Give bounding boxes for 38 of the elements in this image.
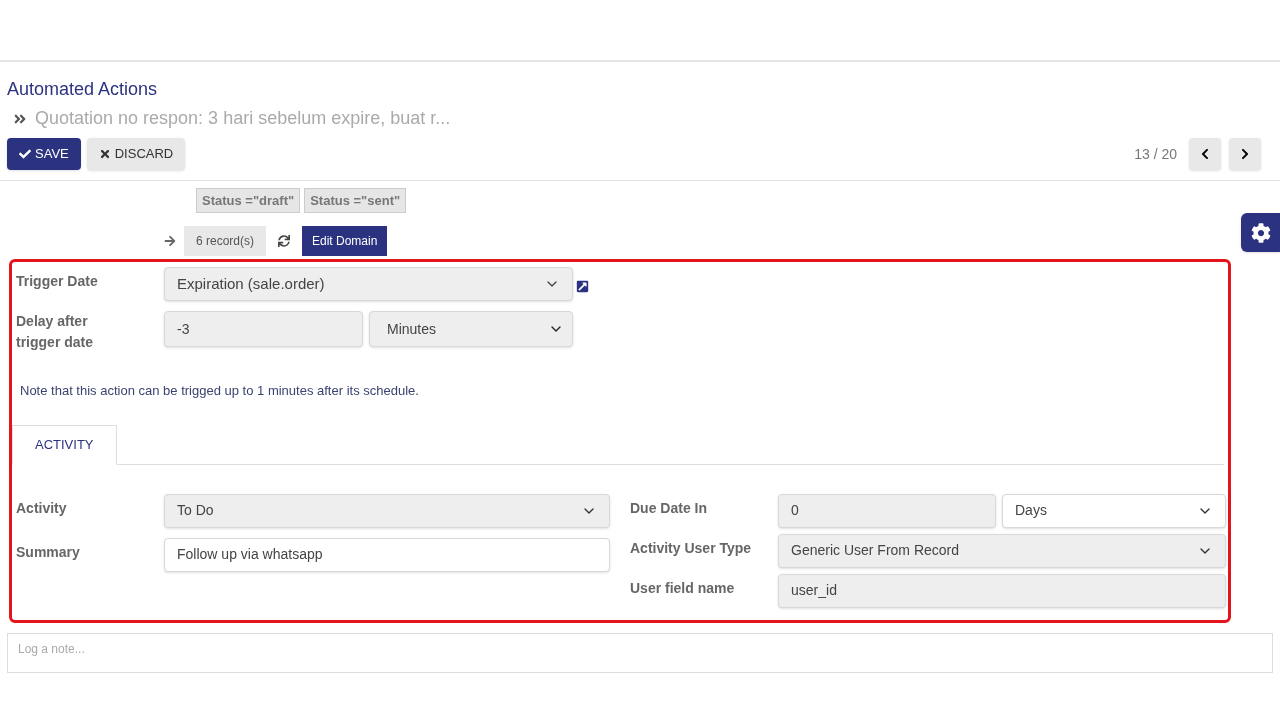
settings-button[interactable]: [1241, 213, 1280, 252]
field-label: Trigger Date: [16, 272, 99, 291]
save-button[interactable]: SAVE: [7, 138, 81, 170]
arrow-right-icon: [164, 235, 176, 247]
domain-chip: Status ="draft": [196, 188, 301, 213]
field-label: Delay after trigger date: [16, 312, 94, 352]
breadcrumb-link[interactable]: Automated Actions: [7, 76, 1273, 103]
previous-button[interactable]: [1189, 138, 1221, 170]
settings-icon: [1250, 222, 1271, 243]
input-field[interactable]: Follow up via whatsapp: [164, 537, 610, 572]
chevron-left-icon: [1199, 148, 1211, 160]
select-field[interactable]: Minutes: [369, 311, 573, 347]
next-button[interactable]: [1229, 138, 1261, 170]
chevron-right-icon: [1239, 148, 1251, 160]
field-label: Summary: [16, 542, 81, 562]
field-label: User field name: [630, 578, 736, 598]
external-link-icon[interactable]: [576, 280, 589, 293]
schedule-note: Note that this action can be trigged up to 1 minutes after its schedule.: [19, 382, 420, 400]
record-title: Quotation no respon: 3 hari sebelum expire, buat r...: [35, 107, 451, 130]
record-count-button[interactable]: 6 record(s): [184, 226, 266, 256]
edit-domain-button[interactable]: Edit Domain: [302, 226, 388, 256]
select-field[interactable]: Generic User From Record: [778, 533, 1226, 568]
domain-chip: Status ="sent": [304, 188, 407, 213]
input-field[interactable]: user_id: [778, 573, 1226, 608]
field-label: Activity: [16, 498, 68, 518]
pager-counter: 13 / 20: [1134, 144, 1177, 164]
select-field[interactable]: Days: [1002, 493, 1226, 528]
field-label: Due Date In: [630, 498, 708, 518]
input-field[interactable]: 0: [778, 493, 996, 528]
activity-tab[interactable]: ACTIVITY: [12, 424, 117, 465]
select-field[interactable]: To Do: [164, 493, 610, 528]
close-icon: [98, 148, 111, 160]
discard-button[interactable]: DISCARD: [86, 138, 186, 170]
input-field[interactable]: -3: [164, 311, 363, 347]
field-label: Activity User Type: [630, 538, 753, 558]
refresh-icon[interactable]: [278, 235, 290, 247]
select-field[interactable]: Expiration (sale.order): [164, 267, 573, 301]
check-icon: [19, 148, 31, 160]
